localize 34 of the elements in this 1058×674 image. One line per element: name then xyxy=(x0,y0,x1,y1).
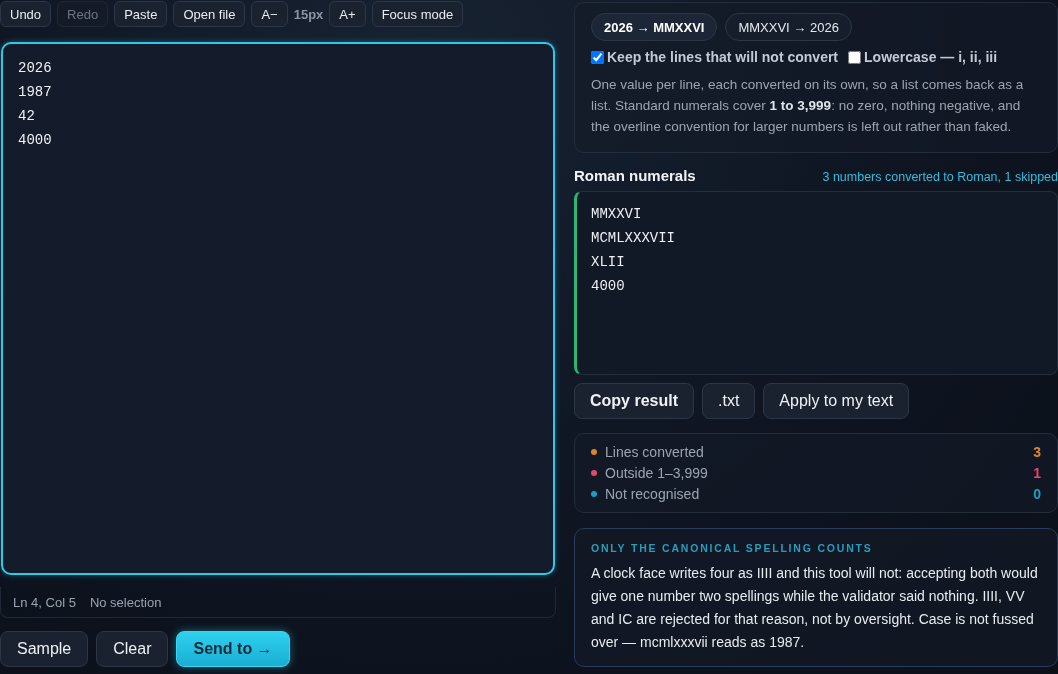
toolbar-button[interactable]: Focus mode xyxy=(371,1,464,27)
copy-button[interactable]: Copy result xyxy=(574,383,694,419)
action-button[interactable]: Sample xyxy=(0,631,89,667)
action-button[interactable]: Clear xyxy=(96,631,169,667)
stat-value: 1 xyxy=(1033,465,1041,481)
option-label: Keep the lines that will not convert xyxy=(607,49,839,65)
stat-label: Lines converted xyxy=(605,444,705,460)
note-text: A clock face writes four as IIII and this tool will not: accepting both would give one number two spellings while the validator said nothing. IIII, VV and IC are rejected for that reason, not by oversight. Case is not fussed over — mcmlxxxvii reads as 1987. xyxy=(591,564,1039,652)
toolbar-button[interactable]: A+ xyxy=(329,1,366,27)
action-button[interactable]: .txt xyxy=(702,383,756,419)
option-label: Lowercase — i, ii, iii xyxy=(864,49,998,65)
output-field[interactable]: MMXXVI MCMLXXXVII XLII 4000 xyxy=(574,191,1058,375)
stat-label: Not recognised xyxy=(605,486,701,502)
action-button[interactable]: Apply to my text xyxy=(763,383,910,419)
description-text: One value per line, each converted on its own, so a list comes back as a list. Standard numerals cover 1 to 3,999: no zero, nothing negative, and the overline convention for larger numbers is left out rather than faked. xyxy=(591,76,1025,136)
status-text: Ln 4, Col 5 xyxy=(13,594,76,610)
note-heading: ONLY THE CANONICAL SPELLING COUNTS xyxy=(591,542,874,554)
send-button[interactable]: Send to → xyxy=(176,631,290,667)
toolbar-button[interactable]: A− xyxy=(251,1,288,27)
stat-value: 0 xyxy=(1033,486,1041,502)
toolbar-button[interactable]: Undo xyxy=(0,1,52,27)
text-editor[interactable]: 2026 1987 42 4000 xyxy=(1,42,555,575)
status-text: No selection xyxy=(89,594,162,610)
toolbar-button[interactable]: Open file xyxy=(173,1,246,27)
checkbox[interactable] xyxy=(848,50,862,64)
mode-tab[interactable]: 2026 → MMXXVI xyxy=(591,13,718,41)
checkbox[interactable] xyxy=(591,50,604,64)
stat-label: Outside 1–3,999 xyxy=(605,465,709,481)
mode-tab[interactable]: MMXXVI → 2026 xyxy=(725,13,852,41)
toolbar-button[interactable]: Paste xyxy=(114,1,168,27)
output-title: Roman numerals xyxy=(574,167,696,184)
conversion-summary: 3 numbers converted to Roman, 1 skipped xyxy=(822,170,1058,184)
stat-value: 3 xyxy=(1033,444,1041,460)
font-size-readout: 15px xyxy=(293,6,324,22)
